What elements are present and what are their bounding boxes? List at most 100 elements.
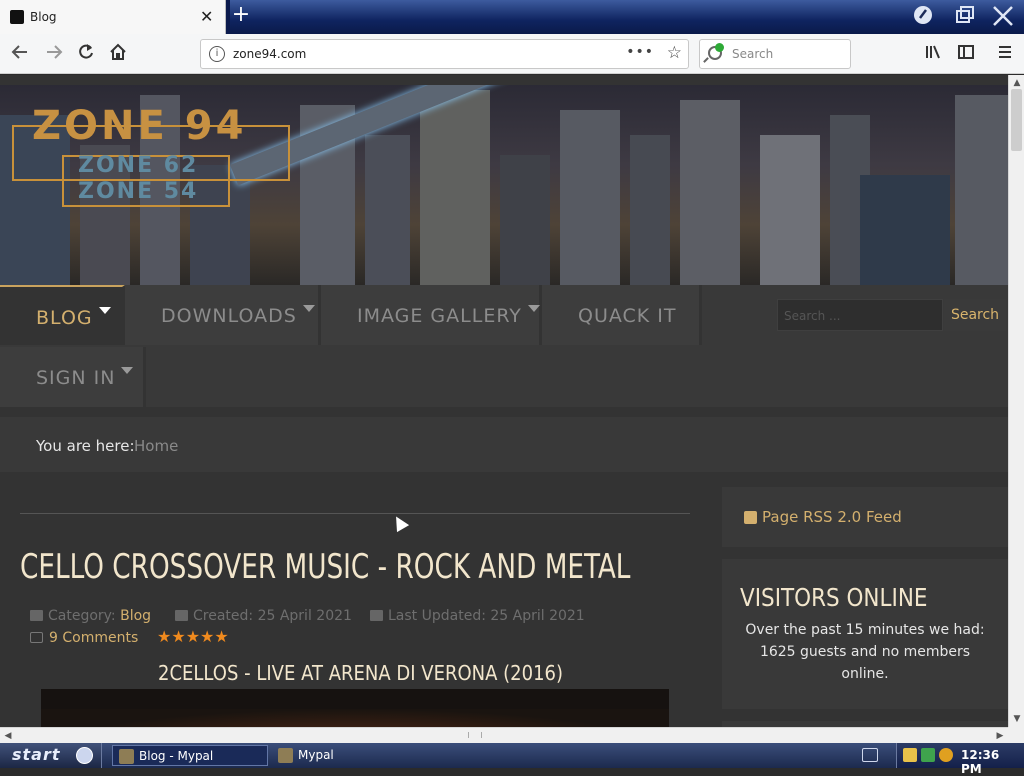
article: CELLO CROSSOVER MUSIC - ROCK AND METAL C… bbox=[0, 487, 710, 727]
site-main-menu: BLOG DOWNLOADS IMAGE GALLERY QUACK IT SI… bbox=[0, 285, 1008, 407]
calendar-icon bbox=[370, 610, 383, 621]
visitors-text: Over the past 15 minutes we had: 1625 gu… bbox=[745, 622, 985, 682]
task-blog-mypal[interactable]: Blog - Mypal bbox=[112, 745, 268, 766]
menu-sign-in-label: SIGN IN bbox=[36, 367, 134, 389]
site-search-button[interactable]: Search bbox=[944, 299, 1006, 331]
video-embed[interactable] bbox=[41, 689, 669, 727]
rss-icon bbox=[744, 511, 757, 524]
rss-feed-link[interactable]: Page RSS 2.0 Feed bbox=[762, 508, 902, 526]
system-tray: 12:36 PM bbox=[896, 743, 1024, 776]
skyline-building bbox=[630, 135, 670, 285]
menu-blog-label: BLOG bbox=[36, 307, 111, 329]
browser-search-input[interactable]: Search bbox=[699, 39, 851, 69]
new-tab-button[interactable]: + bbox=[230, 4, 252, 28]
video-frame bbox=[41, 709, 669, 727]
skyline-building bbox=[420, 90, 490, 285]
article-category: Category: Blog bbox=[30, 608, 151, 624]
menu-blog[interactable]: BLOG bbox=[0, 285, 125, 345]
scroll-down-icon[interactable]: ▼ bbox=[1009, 711, 1024, 727]
skyline-building bbox=[860, 175, 950, 285]
bookmark-star-icon[interactable]: ☆ bbox=[667, 43, 682, 63]
rss-module: Page RSS 2.0 Feed bbox=[722, 487, 1008, 547]
menu-image-gallery-label: IMAGE GALLERY bbox=[357, 305, 540, 327]
breadcrumb: You are here: Home bbox=[0, 417, 1008, 472]
menu-icon[interactable] bbox=[994, 42, 1016, 66]
shield-icon[interactable] bbox=[903, 748, 917, 762]
task-label: Blog - Mypal bbox=[139, 749, 214, 763]
task-mypal[interactable]: Mypal bbox=[272, 745, 412, 766]
browser-navbar: i zone94.com ••• ☆ Search bbox=[0, 34, 1024, 74]
horizontal-scrollbar[interactable]: ◀ ▶ bbox=[0, 727, 1008, 743]
comment-icon bbox=[30, 632, 43, 643]
keyboard-icon[interactable] bbox=[862, 748, 878, 762]
site-favicon-icon bbox=[10, 10, 24, 24]
article-divider bbox=[20, 513, 690, 514]
scroll-grip[interactable] bbox=[468, 732, 482, 738]
article-updated: Last Updated: 25 April 2021 bbox=[370, 608, 585, 624]
article-title[interactable]: CELLO CROSSOVER MUSIC - ROCK AND METAL bbox=[20, 547, 630, 587]
breadcrumb-lead: You are here: bbox=[36, 437, 135, 455]
visitors-title: VISITORS ONLINE bbox=[740, 583, 928, 612]
home-icon[interactable] bbox=[106, 42, 130, 66]
scroll-thumb[interactable] bbox=[1011, 89, 1022, 151]
menu-image-gallery[interactable]: IMAGE GALLERY bbox=[321, 285, 542, 345]
vertical-scrollbar[interactable]: ▲ ▼ bbox=[1008, 75, 1024, 727]
category-link[interactable]: Blog bbox=[120, 608, 151, 624]
breadcrumb-home-link[interactable]: Home bbox=[134, 437, 178, 455]
visitors-module: VISITORS ONLINE Over the past 15 minutes… bbox=[722, 559, 1008, 709]
article-created: Created: 25 April 2021 bbox=[175, 608, 352, 624]
comments-count[interactable]: 9 Comments bbox=[49, 630, 138, 646]
site-banner: ZONE 94 ZONE 62 ZONE 54 bbox=[0, 85, 1008, 285]
page-actions-icon[interactable]: ••• bbox=[626, 44, 654, 60]
scroll-right-icon[interactable]: ▶ bbox=[992, 728, 1008, 744]
caret-down-icon bbox=[302, 305, 315, 312]
reload-icon[interactable] bbox=[74, 42, 98, 66]
article-subheading: 2CELLOS - LIVE AT ARENA DI VERONA (2016) bbox=[158, 661, 564, 685]
mypal-icon bbox=[119, 749, 134, 764]
rating-stars[interactable]: ★★★★★ bbox=[157, 627, 229, 646]
caret-down-icon bbox=[98, 307, 111, 314]
folder-icon bbox=[30, 610, 43, 621]
logo-sub-1: ZONE 62 bbox=[78, 153, 199, 178]
scroll-corner bbox=[1008, 727, 1024, 743]
menu-quack-it[interactable]: QUACK IT bbox=[542, 285, 702, 345]
sidebar-icon[interactable] bbox=[955, 42, 977, 66]
address-bar[interactable]: i zone94.com ••• ☆ bbox=[200, 39, 689, 69]
browser-search-placeholder: Search bbox=[732, 47, 774, 61]
category-label: Category: bbox=[48, 608, 116, 624]
comments-link[interactable]: 9 Comments bbox=[30, 630, 138, 646]
scroll-left-icon[interactable]: ◀ bbox=[0, 728, 16, 744]
search-tray-icon[interactable] bbox=[939, 748, 953, 762]
network-icon[interactable] bbox=[921, 748, 935, 762]
mypal-icon bbox=[278, 748, 293, 763]
logo-sub-2: ZONE 54 bbox=[78, 179, 199, 204]
tab-close-icon[interactable]: ✕ bbox=[200, 7, 213, 26]
start-label: start bbox=[12, 745, 61, 764]
close-window-icon[interactable] bbox=[990, 4, 1016, 28]
skyline-building bbox=[955, 95, 1008, 285]
skyline-building bbox=[760, 135, 820, 285]
page-viewport: ZONE 94 ZONE 62 ZONE 54 BLOG DOWNLOADS I… bbox=[0, 75, 1008, 727]
info-icon[interactable]: i bbox=[209, 46, 225, 62]
skyline-building bbox=[500, 155, 550, 285]
forward-icon[interactable] bbox=[42, 42, 66, 66]
skyline-building bbox=[365, 135, 410, 285]
taskbar: start Blog - Mypal Mypal 12:36 PM bbox=[0, 743, 1024, 776]
start-button[interactable]: start bbox=[0, 743, 102, 768]
calendar-icon bbox=[175, 610, 188, 621]
menu-sign-in[interactable]: SIGN IN bbox=[0, 347, 146, 407]
skyline-building bbox=[560, 110, 620, 285]
tab-blog[interactable]: Blog ✕ bbox=[0, 0, 226, 34]
caret-down-icon bbox=[121, 367, 134, 374]
caret-down-icon bbox=[527, 305, 540, 312]
menu-downloads[interactable]: DOWNLOADS bbox=[125, 285, 321, 345]
logo-main: ZONE 94 bbox=[32, 103, 247, 149]
url-text[interactable]: zone94.com bbox=[233, 47, 306, 61]
library-icon[interactable] bbox=[922, 42, 944, 66]
back-icon[interactable] bbox=[8, 42, 32, 66]
restore-icon[interactable] bbox=[952, 4, 978, 28]
minimize-icon[interactable] bbox=[910, 4, 936, 28]
clock[interactable]: 12:36 PM bbox=[961, 748, 1024, 776]
site-search-input[interactable]: Search ... bbox=[777, 299, 943, 331]
skyline-building bbox=[680, 100, 740, 285]
